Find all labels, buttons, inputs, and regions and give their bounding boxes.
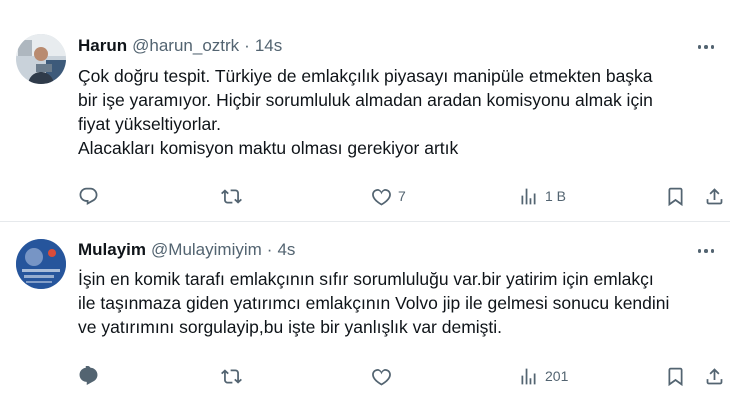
more-dots-icon [697,45,702,49]
like-count: 7 [398,188,406,204]
share-icon [706,187,723,204]
share-button[interactable] [704,183,725,209]
heart-icon [372,188,391,205]
retweet-button[interactable] [221,363,248,389]
tweet-text: İşin en komik tarafı emlakçının sıfır so… [78,267,718,339]
views-chart-icon [521,368,536,384]
author-handle[interactable]: @harun_oztrk [132,36,239,56]
reply-icon [79,187,98,205]
action-bar: 7 1 B [66,183,723,209]
views-button[interactable]: 201 [518,363,568,389]
bookmark-icon [668,367,683,386]
timestamp[interactable]: 4s [277,240,295,260]
action-bar: 201 [66,363,723,389]
retweet-button[interactable] [221,183,248,209]
tweet-text-line: ve yatırımını sorgulayip,bu işte bir yan… [78,317,503,337]
author-handle[interactable]: @Mulayimiyim [151,240,262,260]
like-button[interactable] [371,363,398,389]
more-options-button[interactable] [694,241,718,261]
views-chart-icon [521,188,536,204]
like-button[interactable]: 7 [371,183,406,209]
separator-dot: · [266,240,273,259]
tweet-text: Çok doğru tespit. Türkiye de emlakçılık … [78,64,718,160]
bookmark-icon [668,187,683,206]
tweet-text-line: İşin en komik tarafı emlakçının sıfır so… [78,269,654,289]
tweet[interactable]: Mulayim @Mulayimiyim · 4s İşin en komik … [0,223,730,420]
views-button[interactable]: 1 B [518,183,566,209]
timestamp[interactable]: 14s [255,36,282,56]
tweet-text-line: bir işe yaramıyor. Hiçbir sorumluluk alm… [78,90,653,110]
more-dots-icon [697,249,702,253]
author-name[interactable]: Harun [78,36,127,56]
reply-button[interactable] [78,183,105,209]
reply-button[interactable] [78,363,105,389]
share-button[interactable] [704,363,725,389]
bookmark-button[interactable] [665,183,686,209]
tweet-header: Harun @harun_oztrk · 14s [78,36,282,58]
avatar-image-icon [16,239,66,289]
tweet-text-line: Çok doğru tespit. Türkiye de emlakçılık … [78,66,653,86]
avatar[interactable] [16,34,66,84]
view-count: 1 B [545,188,567,204]
tweet-text-line: Alacakları komisyon maktu olması gerekiy… [78,138,459,158]
bookmark-button[interactable] [665,363,686,389]
retweet-icon [221,368,242,384]
tweet-text-line: ile taşınmaza giden yatırımcı emlakçının… [78,293,670,313]
retweet-icon [221,188,242,204]
tweet-header: Mulayim @Mulayimiyim · 4s [78,240,295,262]
more-options-button[interactable] [694,37,718,57]
tweet[interactable]: Harun @harun_oztrk · 14s Çok doğru tespi… [0,0,730,222]
tweet-text-line: fiyat yükseltiyorlar. [78,114,221,134]
author-name[interactable]: Mulayim [78,240,146,260]
reply-icon [79,365,98,385]
tweet-feed: Harun @harun_oztrk · 14s Çok doğru tespi… [0,0,730,420]
avatar[interactable] [16,239,66,289]
view-count: 201 [545,368,569,384]
heart-icon [372,368,391,385]
share-icon [706,367,723,384]
separator-dot: · [244,36,250,55]
avatar-image-icon [16,34,66,84]
